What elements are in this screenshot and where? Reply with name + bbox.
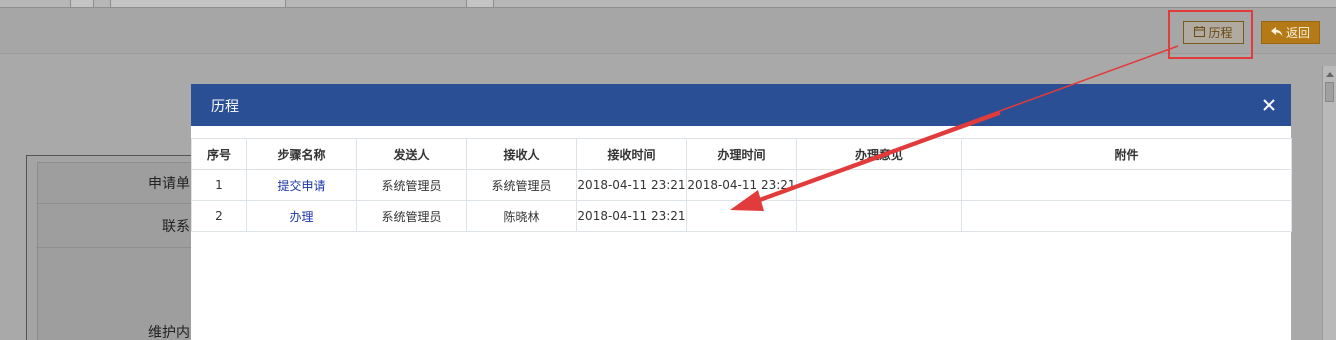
scroll-up-icon[interactable]: [1326, 72, 1334, 77]
column-header: 接收人: [466, 138, 577, 170]
back-button-label: 返回: [1285, 26, 1310, 40]
close-icon[interactable]: [1259, 95, 1279, 115]
cell-attachment: [961, 169, 1292, 201]
table-header-row: 序号 步骤名称 发送人 接收人 接收时间 办理时间 办理意见 附件: [191, 138, 1292, 170]
browser-tab[interactable]: [466, 0, 494, 7]
background-form-row: 维护内: [36, 248, 196, 340]
history-table: 序号 步骤名称 发送人 接收人 接收时间 办理时间 办理意见 附件 1 提交申请…: [191, 138, 1292, 232]
column-header: 序号: [191, 138, 247, 170]
cell-sender: 系统管理员: [356, 169, 467, 201]
scrollbar-thumb[interactable]: [1325, 82, 1334, 102]
column-header: 发送人: [356, 138, 467, 170]
back-button[interactable]: 返回: [1261, 21, 1320, 44]
cell-opinion: [796, 169, 962, 201]
cell-received-at: 2018-04-11 23:21: [576, 169, 687, 201]
background-form-label: 申请单: [148, 176, 190, 192]
cell-opinion: [796, 200, 962, 232]
browser-tab[interactable]: [110, 0, 286, 7]
dialog-title: 历程: [211, 99, 239, 115]
annotation-highlight-box: [1168, 10, 1253, 59]
step-link[interactable]: 办理: [289, 210, 313, 224]
cell-handled-at: 2018-04-11 23:21: [686, 169, 797, 201]
column-header: 步骤名称: [246, 138, 357, 170]
column-header: 办理时间: [686, 138, 797, 170]
background-form-label: 维护内: [148, 325, 190, 340]
background-form-row: 申请单: [36, 161, 196, 204]
cell-received-at: 2018-04-11 23:21: [576, 200, 687, 232]
page-scrollbar[interactable]: [1322, 66, 1336, 340]
dialog-body: 序号 步骤名称 发送人 接收人 接收时间 办理时间 办理意见 附件 1 提交申请…: [191, 138, 1292, 232]
step-link[interactable]: 提交申请: [277, 179, 325, 193]
table-row: 2 办理 系统管理员 陈晓林 2018-04-11 23:21: [191, 200, 1292, 232]
background-form-label: 联系: [162, 219, 190, 235]
history-dialog: 历程 序号 步骤名称 发送人 接收人 接收时间 办理时间 办理意见 附件 1 提…: [191, 84, 1292, 340]
cell-step: 提交申请: [246, 169, 357, 201]
browser-tab[interactable]: [70, 0, 94, 7]
cell-step: 办理: [246, 200, 357, 232]
cell-attachment: [961, 200, 1292, 232]
cell-receiver: 陈晓林: [466, 200, 577, 232]
cell-index: 1: [191, 169, 247, 201]
column-header: 附件: [961, 138, 1292, 170]
cell-receiver: 系统管理员: [466, 169, 577, 201]
cell-handled-at: [686, 200, 797, 232]
cell-sender: 系统管理员: [356, 200, 467, 232]
table-row: 1 提交申请 系统管理员 系统管理员 2018-04-11 23:21 2018…: [191, 169, 1292, 201]
column-header: 办理意见: [796, 138, 962, 170]
dialog-header: 历程: [191, 84, 1291, 126]
background-form-row: 联系: [36, 204, 196, 248]
page-toolbar: [0, 8, 1336, 54]
browser-tab-strip: [0, 0, 1336, 8]
reply-arrow-icon: [1270, 26, 1283, 40]
column-header: 接收时间: [576, 138, 687, 170]
cell-index: 2: [191, 200, 247, 232]
